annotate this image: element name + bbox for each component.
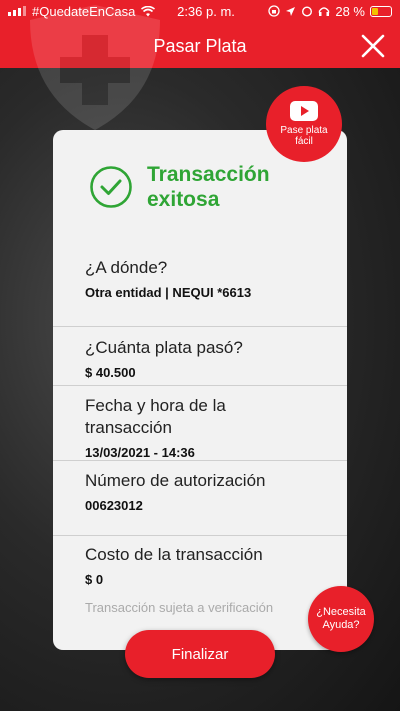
- verification-note: Transacción sujeta a verificación: [85, 600, 274, 615]
- divider: [53, 385, 347, 386]
- lock-rotation-icon: [268, 5, 281, 17]
- detail-label: ¿Cuánta plata pasó?: [85, 338, 243, 357]
- detail-amount: ¿Cuánta plata pasó? $ 40.500: [53, 337, 347, 380]
- detail-value: 00623012: [85, 498, 143, 513]
- detail-authorization: Número de autorización 00623012: [53, 470, 347, 513]
- wifi-icon: [141, 5, 156, 16]
- location-icon: [286, 6, 296, 16]
- detail-label: ¿A dónde?: [85, 258, 168, 277]
- detail-value: $ 0: [85, 572, 104, 587]
- detail-datetime: Fecha y hora de la transacción 13/03/202…: [53, 395, 347, 460]
- divider: [53, 460, 347, 461]
- detail-label: Fecha y hora de la transacción: [85, 396, 226, 437]
- detail-destination: ¿A dónde? Otra entidad | NEQUI *6613: [53, 257, 347, 300]
- transaction-card: Transacción exitosa ¿A dónde? Otra entid…: [53, 130, 347, 650]
- status-hashtag: #QuedateEnCasa: [32, 3, 136, 19]
- status-time: 2:36 p. m.: [177, 3, 235, 19]
- close-icon[interactable]: [360, 33, 386, 59]
- detail-value: $ 40.500: [85, 365, 136, 380]
- detail-label: Costo de la transacción: [85, 545, 263, 564]
- battery-icon: [370, 5, 392, 17]
- success-header: Transacción exitosa: [89, 162, 277, 212]
- detail-value: 13/03/2021 - 14:36: [85, 445, 195, 460]
- battery-percent: 28 %: [335, 3, 365, 19]
- video-tutorial-label: Pase plata fácil: [280, 125, 328, 147]
- success-title: Transacción exitosa: [147, 163, 270, 211]
- detail-label: Número de autorización: [85, 471, 266, 490]
- detail-value: Otra entidad | NEQUI *6613: [85, 285, 252, 300]
- video-tutorial-button[interactable]: Pase plata fácil: [266, 86, 342, 162]
- check-circle-icon: [90, 166, 132, 208]
- status-bar: #QuedateEnCasa 2:36 p. m. 28 %: [0, 0, 400, 22]
- youtube-play-icon: [290, 101, 318, 121]
- header-title: Pasar Plata: [153, 35, 247, 56]
- divider: [53, 326, 347, 327]
- detail-cost: Costo de la transacción $ 0: [53, 544, 347, 587]
- signal-icon: [8, 6, 26, 16]
- help-label: ¿Necesita Ayuda?: [316, 606, 366, 631]
- headphones-icon: [319, 7, 330, 16]
- help-button[interactable]: ¿Necesita Ayuda?: [308, 586, 374, 652]
- alarm-icon: [302, 6, 313, 17]
- finalize-button[interactable]: Finalizar: [125, 630, 275, 678]
- divider: [53, 535, 347, 536]
